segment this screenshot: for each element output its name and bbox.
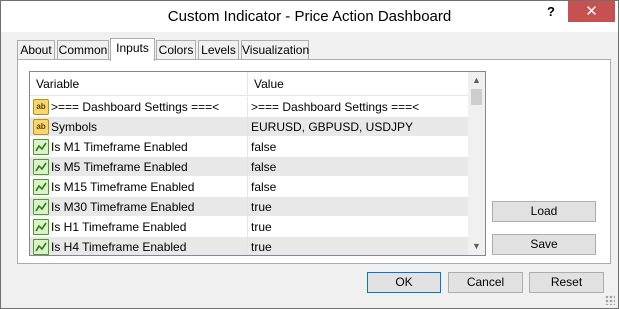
row-value[interactable]: true [251,197,272,217]
grid-header: Variable Value [30,72,468,96]
ok-button[interactable]: OK [367,272,441,293]
save-button[interactable]: Save [492,234,596,255]
column-header-value[interactable]: Value [248,72,468,96]
bool-param-icon [33,239,49,255]
table-row[interactable]: Is M1 Timeframe Enabled false [30,137,468,157]
bool-param-icon [33,139,49,155]
table-row[interactable]: Is M5 Timeframe Enabled false [30,157,468,177]
bool-param-icon [33,199,49,215]
row-variable: >=== Dashboard Settings ===< [51,100,220,114]
cell-divider [247,177,248,197]
parameters-grid[interactable]: Variable Value ab >=== Dashboard Setting… [29,71,486,256]
cell-divider [247,117,248,137]
tab-colors[interactable]: Colors [156,40,196,60]
table-row[interactable]: Is M30 Timeframe Enabled true [30,197,468,217]
row-variable: Is H1 Timeframe Enabled [51,220,187,234]
row-value[interactable]: false [251,177,276,197]
resize-grip-icon[interactable] [605,295,615,305]
bool-param-icon [33,159,49,175]
tab-levels[interactable]: Levels [198,40,239,60]
cell-divider [247,197,248,217]
window-title: Custom Indicator - Price Action Dashboar… [167,8,452,25]
row-variable: Symbols [51,120,98,134]
tab-about[interactable]: About [17,40,55,60]
row-variable: Is H4 Timeframe Enabled [51,240,187,254]
scroll-up-arrow-icon[interactable]: ▲ [468,72,485,89]
column-header-variable[interactable]: Variable [30,72,247,96]
title-bar[interactable]: Custom Indicator - Price Action Dashboar… [1,1,618,32]
table-row[interactable]: Is H1 Timeframe Enabled true [30,217,468,237]
help-button[interactable]: ? [537,1,565,23]
row-variable: Is M1 Timeframe Enabled [51,140,188,154]
text-param-icon: ab [33,99,49,115]
cell-divider [247,217,248,237]
row-value[interactable]: true [251,237,272,255]
load-button[interactable]: Load [492,201,596,222]
tab-inputs[interactable]: Inputs [110,38,155,61]
row-variable: Is M30 Timeframe Enabled [51,200,195,214]
tab-common[interactable]: Common [57,40,109,60]
table-row[interactable]: ab Symbols EURUSD, GBPUSD, USDJPY [30,117,468,137]
cell-divider [247,137,248,157]
scroll-thumb[interactable] [471,89,482,105]
close-button[interactable]: ✕ [568,1,615,22]
cell-divider [247,237,248,255]
tab-visualization[interactable]: Visualization [241,40,309,60]
row-value[interactable]: false [251,157,276,177]
dialog-window: Custom Indicator - Price Action Dashboar… [0,0,619,309]
reset-button[interactable]: Reset [529,272,604,293]
row-value[interactable]: false [251,137,276,157]
scroll-down-arrow-icon[interactable]: ▼ [468,238,485,255]
table-row[interactable]: Is M15 Timeframe Enabled false [30,177,468,197]
row-variable: Is M5 Timeframe Enabled [51,160,188,174]
table-row[interactable]: ab >=== Dashboard Settings ===< >=== Das… [30,97,468,117]
bool-param-icon [33,179,49,195]
vertical-scrollbar[interactable]: ▲ ▼ [468,72,485,255]
row-value[interactable]: >=== Dashboard Settings ===< [251,97,419,117]
text-param-icon: ab [33,119,49,135]
cell-divider [247,97,248,117]
row-variable: Is M15 Timeframe Enabled [51,180,195,194]
cell-divider [247,157,248,177]
table-row[interactable]: Is H4 Timeframe Enabled true [30,237,468,255]
bool-param-icon [33,219,49,235]
row-value[interactable]: true [251,217,272,237]
cancel-button[interactable]: Cancel [448,272,523,293]
row-value[interactable]: EURUSD, GBPUSD, USDJPY [251,117,413,137]
inputs-panel: Variable Value ab >=== Dashboard Setting… [17,59,611,264]
